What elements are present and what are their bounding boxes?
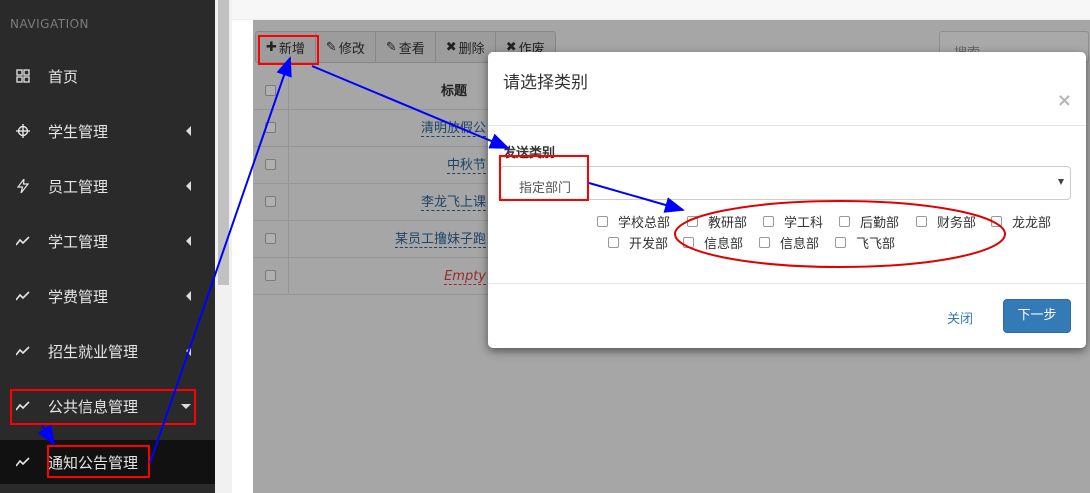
edit-button[interactable]: ✎ 修改 (314, 31, 376, 63)
checkbox[interactable] (687, 215, 698, 227)
pencil-icon: ✎ (385, 39, 397, 55)
select-all-checkbox[interactable] (265, 85, 276, 96)
annotation-box-select (499, 155, 589, 201)
close-icon[interactable]: × (1057, 90, 1072, 111)
row-checkbox[interactable] (265, 233, 276, 244)
caret-left-icon (186, 236, 191, 246)
dept-checkbox-feifei[interactable]: 飞飞部 (835, 234, 895, 252)
caret-left-icon (186, 181, 191, 191)
dept-checkbox-info-1[interactable]: 信息部 (683, 234, 743, 252)
view-button[interactable]: ✎ 查看 (374, 31, 436, 63)
x-icon: ✖ (445, 39, 457, 55)
sidebar-item-label: 学工管理 (48, 232, 109, 251)
dept-checkbox-development[interactable]: 开发部 (608, 234, 668, 252)
row-checkbox[interactable] (265, 196, 276, 207)
caret-left-icon (186, 126, 191, 136)
checkbox[interactable] (763, 215, 774, 227)
row-title-link[interactable]: 清明放假公 (420, 121, 486, 137)
dept-checkbox-school-hq[interactable]: 学校总部 (597, 213, 670, 231)
sidebar-item-student-affairs[interactable]: 学工管理 (0, 219, 215, 263)
close-button[interactable]: 关闭 (947, 308, 973, 327)
sidebar-item-label: 学生管理 (48, 122, 109, 141)
nav-header: NAVIGATION (10, 17, 90, 31)
sidebar-item-tuition[interactable]: 学费管理 (0, 274, 215, 318)
line-chart-icon (16, 457, 30, 467)
row-checkbox[interactable] (265, 270, 276, 281)
dept-checkbox-logistics[interactable]: 后勤部 (839, 213, 899, 231)
scrollbar[interactable] (215, 0, 232, 493)
annotation-box-notices (47, 445, 150, 478)
checkbox[interactable] (759, 236, 770, 248)
dept-checkbox-finance[interactable]: 财务部 (916, 213, 976, 231)
bolt-icon (16, 179, 30, 193)
row-title-link[interactable]: 某员工撸妹子跑 (394, 232, 486, 248)
checkbox[interactable] (916, 215, 927, 227)
annotation-box-add (258, 35, 319, 65)
sidebar-item-label: 学费管理 (48, 287, 109, 306)
checkbox[interactable] (608, 236, 619, 248)
grid-icon (16, 69, 30, 83)
delete-button[interactable]: ✖ 删除 (434, 31, 496, 63)
scrollbar-thumb[interactable] (218, 0, 229, 285)
row-checkbox[interactable] (265, 122, 276, 133)
pencil-icon: ✎ (325, 39, 337, 55)
sidebar-item-label: 招生就业管理 (48, 342, 139, 361)
sidebar-item-label: 员工管理 (48, 177, 109, 196)
sidebar-item-label: 首页 (48, 67, 79, 86)
checkbox[interactable] (991, 215, 1002, 227)
caret-left-icon (186, 291, 191, 301)
checkbox[interactable] (839, 215, 850, 227)
checkbox[interactable] (835, 236, 846, 248)
line-chart-icon (16, 291, 30, 301)
modal-header: 请选择类别 × (488, 52, 1086, 126)
top-bar (232, 0, 1090, 20)
row-title-link[interactable]: 李龙飞上课 (420, 195, 486, 211)
sidebar-item-students[interactable]: 学生管理 (0, 109, 215, 153)
line-chart-icon (16, 346, 30, 356)
caret-left-icon (186, 346, 191, 356)
crosshair-icon (16, 124, 30, 138)
modal-title: 请选择类别 (503, 73, 588, 93)
sidebar-item-staff[interactable]: 员工管理 (0, 164, 215, 208)
modal-footer-divider (488, 283, 1086, 284)
dept-checkbox-student-affairs[interactable]: 学工科 (763, 213, 823, 231)
line-chart-icon (16, 236, 30, 246)
row-title-link[interactable]: 中秋节 (446, 158, 486, 174)
row-checkbox[interactable] (265, 159, 276, 170)
next-step-button[interactable]: 下一步 (1003, 299, 1071, 333)
dropdown-arrow-icon (1058, 179, 1064, 185)
checkbox[interactable] (597, 215, 608, 227)
sidebar-item-enrollment[interactable]: 招生就业管理 (0, 329, 215, 373)
dept-checkbox-info-2[interactable]: 信息部 (759, 234, 819, 252)
dept-checkbox-teaching[interactable]: 教研部 (687, 213, 747, 231)
checkbox[interactable] (683, 236, 694, 248)
annotation-box-public-info (10, 389, 196, 425)
dept-checkbox-longlong[interactable]: 龙龙部 (991, 213, 1051, 231)
sidebar-item-home[interactable]: 首页 (0, 54, 215, 98)
row-title-link[interactable]: Empty (444, 269, 486, 285)
